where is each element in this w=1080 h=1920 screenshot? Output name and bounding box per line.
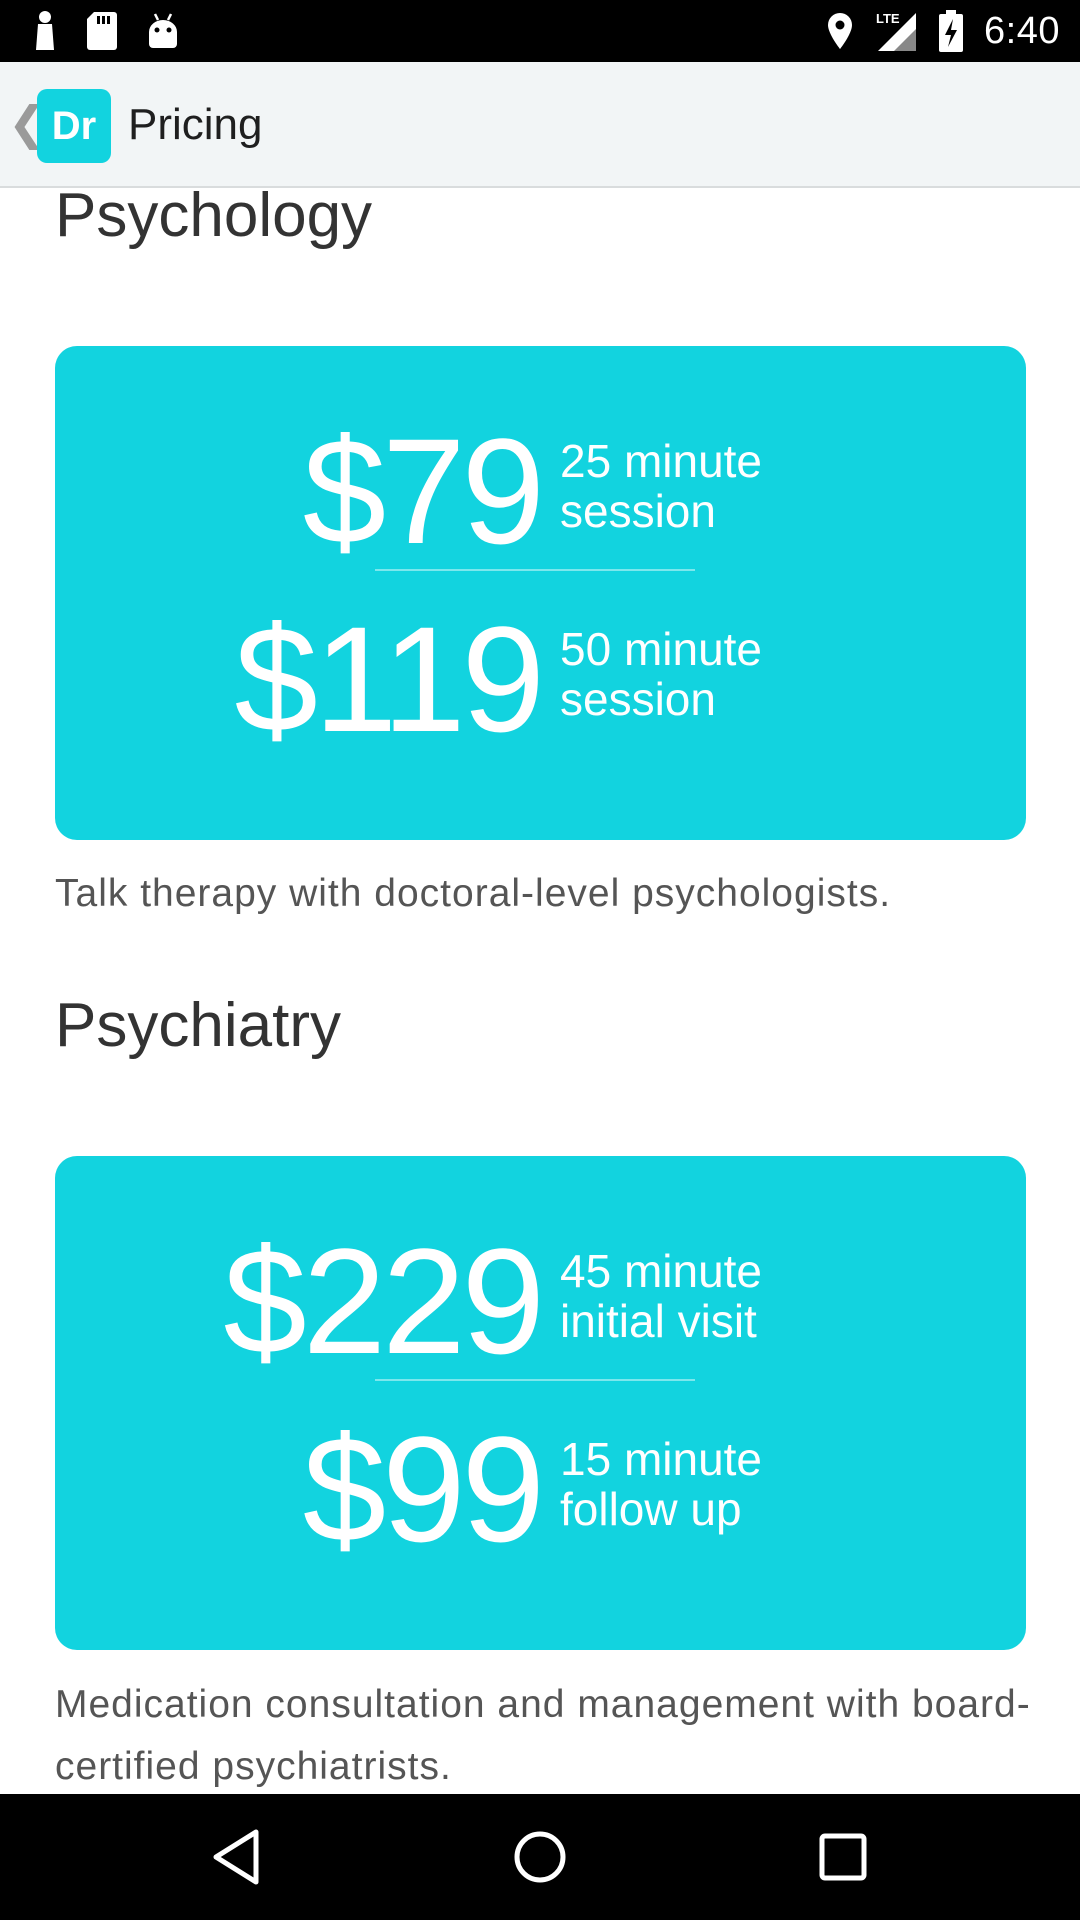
price-type: session bbox=[560, 673, 716, 725]
battery-charging-icon bbox=[939, 10, 964, 52]
price-description: 15 minute follow up bbox=[560, 1434, 840, 1534]
sd-card-icon bbox=[87, 12, 117, 50]
price-divider bbox=[375, 569, 695, 571]
app-bar: ❮ Dr Pricing bbox=[0, 62, 1080, 188]
status-right-icons: LTE 6:40 bbox=[826, 4, 1060, 58]
price-type: initial visit bbox=[560, 1295, 757, 1347]
screen: LTE 6:40 ❮ Dr Pricing Psychology $79 25 … bbox=[0, 0, 1080, 1920]
section-title-psychiatry: Psychiatry bbox=[55, 991, 341, 1060]
price-type: session bbox=[560, 485, 716, 537]
status-time: 6:40 bbox=[984, 9, 1060, 52]
status-bar: LTE 6:40 bbox=[0, 0, 1080, 62]
price-description: 25 minute session bbox=[560, 436, 840, 536]
price-row: $99 15 minute follow up bbox=[55, 1414, 1026, 1564]
section-description-psychiatry: Medication consultation and management w… bbox=[55, 1683, 1031, 1788]
price-duration: 15 minute bbox=[560, 1433, 763, 1485]
price-row: $119 50 minute session bbox=[55, 604, 1026, 754]
price-duration: 50 minute bbox=[560, 623, 763, 675]
network-type-label: LTE bbox=[876, 11, 900, 26]
section-title-psychology: Psychology bbox=[55, 190, 373, 250]
recents-icon[interactable] bbox=[810, 1824, 876, 1890]
person-icon bbox=[36, 11, 54, 50]
price-row: $79 25 minute session bbox=[55, 416, 1026, 566]
home-icon[interactable] bbox=[507, 1824, 573, 1890]
price-duration: 45 minute bbox=[560, 1245, 763, 1297]
app-logo[interactable]: Dr bbox=[37, 89, 111, 163]
price-amount: $99 bbox=[302, 1405, 545, 1573]
android-icon bbox=[149, 13, 177, 48]
navigation-bar bbox=[0, 1794, 1080, 1920]
back-icon[interactable] bbox=[204, 1824, 270, 1890]
price-card-psychiatry: $229 45 minute initial visit $99 15 minu… bbox=[55, 1156, 1026, 1650]
price-description: 45 minute initial visit bbox=[560, 1246, 840, 1346]
section-description-psychology: Talk therapy with doctoral-level psychol… bbox=[55, 872, 892, 915]
price-description: 50 minute session bbox=[560, 624, 840, 724]
pricing-content[interactable]: Psychology $79 25 minute session $119 50… bbox=[0, 190, 1080, 1794]
location-icon bbox=[828, 13, 853, 49]
page-title: Pricing bbox=[128, 100, 263, 149]
price-amount: $119 bbox=[234, 595, 545, 763]
signal-icon: LTE bbox=[876, 11, 917, 51]
price-card-psychology: $79 25 minute session $119 50 minute ses… bbox=[55, 346, 1026, 840]
price-divider bbox=[375, 1379, 695, 1381]
status-left-icons bbox=[32, 10, 180, 50]
price-amount: $79 bbox=[302, 407, 545, 575]
price-amount: $229 bbox=[223, 1217, 545, 1385]
price-type: follow up bbox=[560, 1483, 742, 1535]
price-row: $229 45 minute initial visit bbox=[55, 1226, 1026, 1376]
price-duration: 25 minute bbox=[560, 435, 763, 487]
